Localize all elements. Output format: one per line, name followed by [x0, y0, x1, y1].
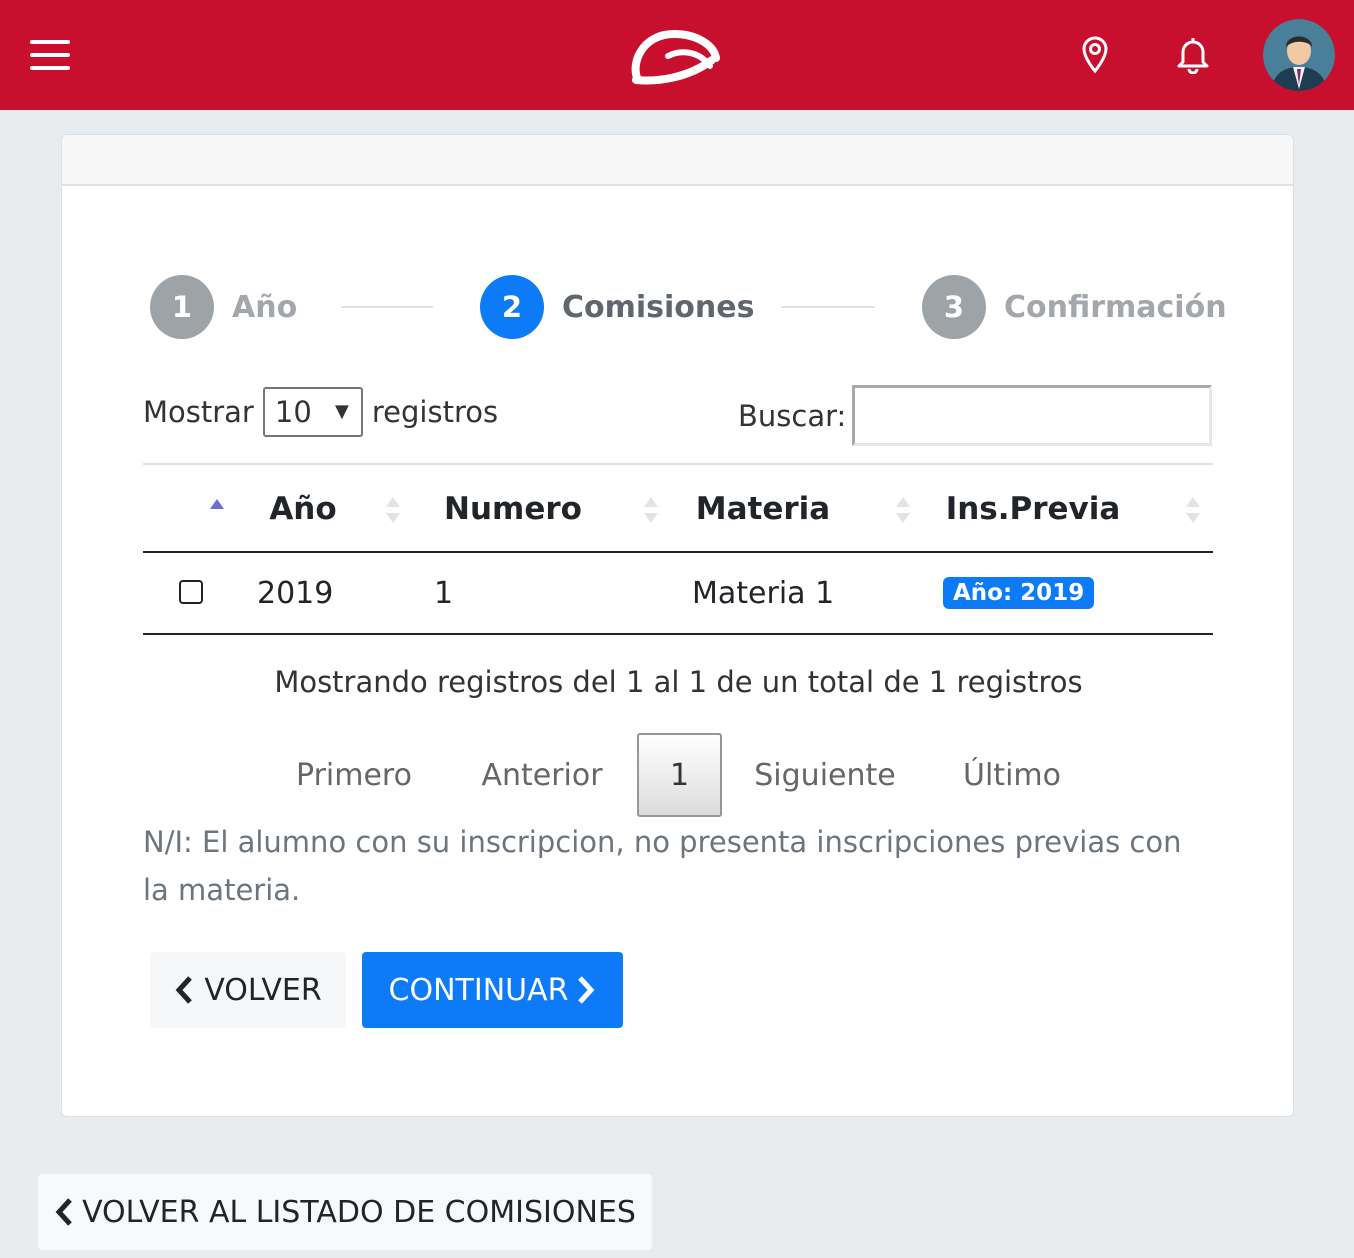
- commissions-table: Año Numero Materia Ins.Previa 2019 1 Mat…: [143, 463, 1213, 635]
- step-number: 1: [150, 275, 214, 339]
- chevron-right-icon: [578, 976, 595, 1004]
- back-button[interactable]: VOLVER: [150, 952, 346, 1028]
- continue-button-label: CONTINUAR: [388, 972, 569, 1008]
- step-confirmation: 3 Confirmación: [922, 275, 1227, 339]
- ins-previa-badge: Año: 2019: [943, 577, 1095, 609]
- sort-icon[interactable]: [385, 495, 401, 525]
- step-connector: [781, 306, 875, 308]
- chevron-left-icon: [55, 1198, 72, 1226]
- sort-icon[interactable]: [643, 495, 659, 525]
- cell-ins-previa: Año: 2019: [943, 553, 1095, 633]
- pagination-previous[interactable]: Anterior: [467, 733, 617, 817]
- step-label: Confirmación: [1004, 289, 1227, 325]
- pagination-current-page[interactable]: 1: [637, 733, 722, 817]
- page-size-select[interactable]: 10 ▼: [262, 387, 363, 437]
- step-connector: [341, 306, 433, 308]
- cell-numero: 1: [434, 575, 454, 611]
- table-info: Mostrando registros del 1 al 1 de un tot…: [274, 665, 1083, 699]
- pagination-last[interactable]: Último: [947, 733, 1077, 817]
- sort-asc-icon[interactable]: [209, 495, 225, 525]
- user-avatar[interactable]: [1263, 19, 1335, 91]
- step-label: Comisiones: [562, 289, 755, 325]
- step-number: 2: [480, 275, 544, 339]
- column-header-numero[interactable]: Numero: [423, 465, 603, 553]
- hamburger-menu-icon[interactable]: [30, 40, 70, 72]
- column-header-anio[interactable]: Año: [243, 465, 363, 553]
- back-button-label: VOLVER: [204, 972, 322, 1008]
- step-commissions: 2 Comisiones: [480, 275, 754, 339]
- search-label: Buscar:: [738, 399, 847, 433]
- cell-materia: Materia 1: [692, 575, 835, 611]
- pagination: Primero Anterior 1 Siguiente Último: [62, 733, 1293, 817]
- pagination-next[interactable]: Siguiente: [745, 733, 905, 817]
- table-row: 2019 1 Materia 1 Año: 2019: [143, 553, 1213, 635]
- step-year: 1 Año: [150, 275, 297, 339]
- page-size-value: 10: [274, 395, 312, 429]
- pagination-first[interactable]: Primero: [284, 733, 424, 817]
- records-label: registros: [371, 395, 499, 429]
- column-header-materia[interactable]: Materia: [683, 465, 843, 553]
- back-to-list-label: VOLVER AL LISTADO DE COMISIONES: [82, 1194, 636, 1230]
- sort-icon[interactable]: [1185, 495, 1201, 525]
- bell-icon[interactable]: [1174, 34, 1212, 74]
- enrollment-card: 1 Año 2 Comisiones 3 Confirmación Mostra…: [61, 134, 1294, 1117]
- table-header: Año Numero Materia Ins.Previa: [143, 463, 1213, 553]
- continue-button[interactable]: CONTINUAR: [362, 952, 623, 1028]
- cell-anio: 2019: [257, 575, 334, 611]
- page-length-control: Mostrar 10 ▼ registros: [143, 387, 498, 437]
- search-input[interactable]: [852, 385, 1212, 446]
- show-label: Mostrar: [143, 395, 254, 429]
- chevron-left-icon: [175, 976, 193, 1004]
- dropdown-arrow-icon: ▼: [335, 401, 349, 422]
- row-select-checkbox[interactable]: [179, 580, 203, 604]
- back-to-list-button[interactable]: VOLVER AL LISTADO DE COMISIONES: [38, 1174, 652, 1250]
- brand-logo-icon[interactable]: [628, 24, 724, 86]
- map-pin-icon[interactable]: [1076, 34, 1114, 74]
- card-header: [62, 135, 1293, 186]
- info-note: N/I: El alumno con su inscripcion, no pr…: [143, 825, 1182, 907]
- sort-icon[interactable]: [895, 495, 911, 525]
- column-header-ins-previa[interactable]: Ins.Previa: [933, 465, 1133, 553]
- top-navbar: [0, 0, 1354, 110]
- step-label: Año: [232, 289, 298, 325]
- step-number: 3: [922, 275, 986, 339]
